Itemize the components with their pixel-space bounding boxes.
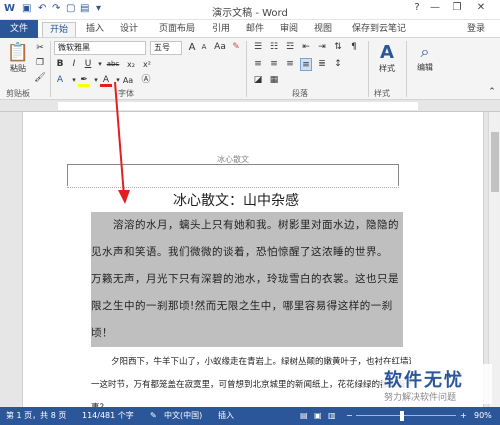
word-count[interactable]: 114/481 个字 <box>82 407 134 425</box>
page-indicator[interactable]: 第 1 页，共 8 页 <box>6 407 66 425</box>
zoom-slider-thumb[interactable] <box>400 411 404 421</box>
zoom-in-icon[interactable]: + <box>460 407 467 425</box>
web-layout-icon[interactable]: ▥ <box>328 407 336 425</box>
proofing-icon[interactable]: ✎ <box>150 407 157 425</box>
language-indicator[interactable]: 中文(中国) <box>164 407 202 425</box>
annotation-arrow <box>114 81 130 204</box>
status-bar: 第 1 页，共 8 页 114/481 个字 ✎ 中文(中国) 插入 ▤ ▣ ▥… <box>0 407 500 425</box>
zoom-out-icon[interactable]: − <box>346 407 353 425</box>
print-layout-icon[interactable]: ▣ <box>314 407 322 425</box>
read-mode-icon[interactable]: ▤ <box>300 407 308 425</box>
zoom-level[interactable]: 90% <box>474 407 492 425</box>
input-mode[interactable]: 插入 <box>218 407 234 425</box>
zoom-slider[interactable] <box>356 415 456 416</box>
